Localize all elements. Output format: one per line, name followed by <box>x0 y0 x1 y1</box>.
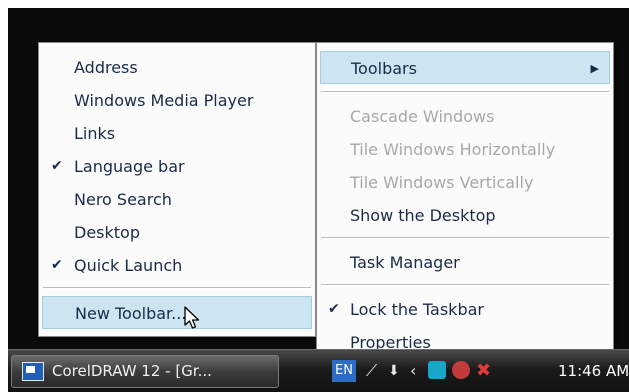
menu-item-task-manager[interactable]: Task Manager <box>317 246 613 279</box>
menu-item-label: Lock the Taskbar <box>350 300 484 319</box>
toolbars-submenu: Address Windows Media Player Links ✔ Lan… <box>38 42 316 337</box>
tray-tool-icon[interactable]: ⟋ <box>366 360 377 382</box>
mouse-pointer-icon <box>184 306 200 329</box>
menu-item-label: Windows Media Player <box>74 91 254 110</box>
menu-item-label: Task Manager <box>350 253 460 272</box>
system-tray: EN ⟋ ⬇ ‹ ✖ 11:46 AM <box>332 358 629 386</box>
submenu-arrow-icon: ▶ <box>590 62 599 75</box>
menu-item-label: Language bar <box>74 157 185 176</box>
menu-item-nero-search[interactable]: Nero Search <box>39 183 315 216</box>
menu-item-label: Cascade Windows <box>350 107 495 126</box>
tray-network-icon[interactable] <box>428 361 446 379</box>
menu-separator <box>321 284 609 286</box>
menu-separator <box>43 287 311 289</box>
menu-item-label: Desktop <box>74 223 140 242</box>
menu-item-label: New Toolbar... <box>75 304 187 323</box>
taskbar-context-menu: Toolbars ▶ Cascade Windows Tile Windows … <box>316 42 614 362</box>
taskbar-button-coreldraw[interactable]: CorelDRAW 12 - [Gr... <box>11 355 279 388</box>
menu-item-cascade-windows[interactable]: Cascade Windows <box>317 100 613 133</box>
menu-item-label: Toolbars <box>351 59 417 78</box>
taskbar-button-label: CorelDRAW 12 - [Gr... <box>52 362 212 380</box>
menu-item-new-toolbar[interactable]: New Toolbar... <box>42 296 312 329</box>
language-indicator[interactable]: EN <box>332 360 356 382</box>
menu-item-tile-horizontally[interactable]: Tile Windows Horizontally <box>317 133 613 166</box>
menu-separator <box>321 91 609 93</box>
menu-item-links[interactable]: Links <box>39 117 315 150</box>
menu-item-desktop[interactable]: Desktop <box>39 216 315 249</box>
menu-item-windows-media-player[interactable]: Windows Media Player <box>39 84 315 117</box>
menu-item-lock-taskbar[interactable]: ✔ Lock the Taskbar <box>317 293 613 326</box>
menu-item-label: Show the Desktop <box>350 206 496 225</box>
menu-item-label: Tile Windows Vertically <box>350 173 534 192</box>
check-icon: ✔ <box>51 257 63 273</box>
tray-pin-icon[interactable]: ⬇ <box>388 360 400 382</box>
tray-security-icon[interactable] <box>452 361 470 379</box>
check-icon: ✔ <box>328 301 340 317</box>
menu-item-label: Tile Windows Horizontally <box>350 140 556 159</box>
coreldraw-app-icon <box>22 362 44 381</box>
menu-separator <box>321 237 609 239</box>
menu-item-quick-launch[interactable]: ✔ Quick Launch <box>39 249 315 282</box>
menu-item-label: Nero Search <box>74 190 172 209</box>
menu-item-label: Quick Launch <box>74 256 183 275</box>
check-icon: ✔ <box>51 158 63 174</box>
taskbar-clock[interactable]: 11:46 AM <box>558 360 629 382</box>
taskbar: CorelDRAW 12 - [Gr... EN ⟋ ⬇ ‹ ✖ 11:46 A… <box>8 349 629 392</box>
menu-item-label: Links <box>74 124 116 143</box>
menu-item-show-desktop[interactable]: Show the Desktop <box>317 199 613 232</box>
menu-item-address[interactable]: Address <box>39 51 315 84</box>
chevron-left-icon[interactable]: ‹ <box>410 360 416 382</box>
menu-item-tile-vertically[interactable]: Tile Windows Vertically <box>317 166 613 199</box>
menu-item-toolbars[interactable]: Toolbars ▶ <box>320 51 610 84</box>
menu-item-label: Address <box>74 58 138 77</box>
menu-item-language-bar[interactable]: ✔ Language bar <box>39 150 315 183</box>
screen: Address Windows Media Player Links ✔ Lan… <box>0 0 629 392</box>
tray-warning-icon[interactable]: ✖ <box>476 360 491 382</box>
